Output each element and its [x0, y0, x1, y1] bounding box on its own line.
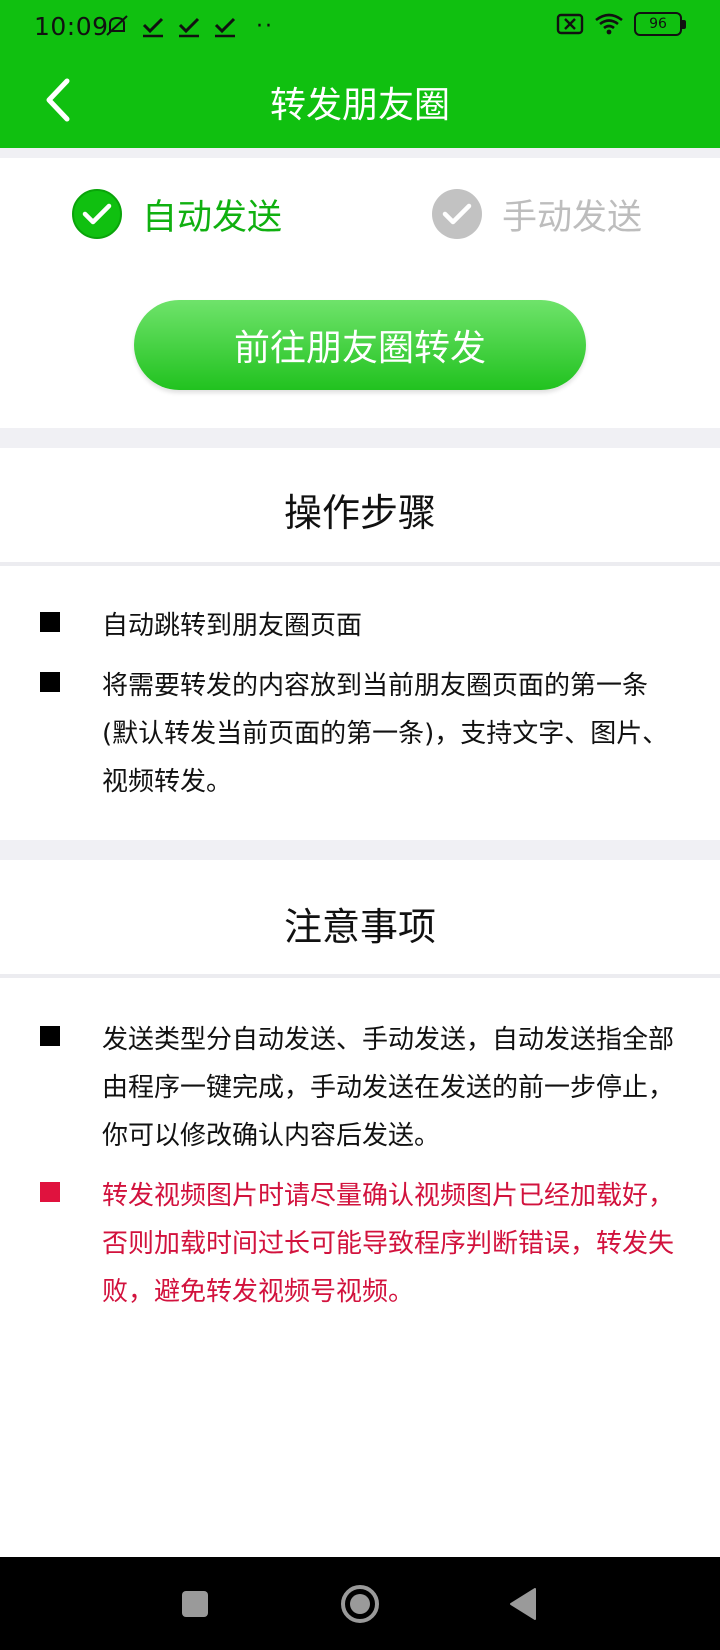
list-item: 自动跳转到朋友圈页面 — [40, 602, 680, 650]
no-sim-icon — [556, 13, 584, 35]
bullet-icon — [40, 612, 60, 632]
mute-icon — [106, 15, 128, 36]
download-done-icon — [178, 17, 200, 38]
divider — [0, 562, 720, 566]
list-item: 将需要转发的内容放到当前朋友圈页面的第一条(默认转发当前页面的第一条)，支持文字… — [40, 662, 680, 806]
divider — [0, 974, 720, 978]
mode-manual-option[interactable]: 手动发送 — [432, 186, 642, 242]
home-button[interactable] — [335, 1579, 385, 1629]
warning-bullet-icon — [40, 1182, 60, 1202]
battery-level: 96 — [649, 16, 667, 32]
wifi-icon — [595, 13, 623, 35]
note-text: 发送类型分自动发送、手动发送，自动发送指全部由程序一键完成，手动发送在发送的前一… — [102, 1025, 675, 1151]
battery-icon: 96 — [634, 12, 686, 36]
go-to-moments-button[interactable]: 前往朋友圈转发 — [134, 300, 586, 390]
status-bar: 10:09 ·· 96 — [0, 0, 720, 52]
check-icon — [442, 203, 472, 225]
notes-title: 注意事项 — [283, 905, 436, 949]
send-mode-selector: 自动发送 手动发送 — [0, 158, 720, 268]
mode-manual-label: 手动发送 — [502, 197, 643, 238]
notification-icons: ·· — [104, 12, 274, 40]
list-item: 发送类型分自动发送、手动发送，自动发送指全部由程序一键完成，手动发送在发送的前一… — [40, 1016, 680, 1160]
bullet-icon — [40, 672, 60, 692]
step-text: 自动跳转到朋友圈页面 — [102, 611, 363, 641]
top-app-bar: 10:09 ·· 96 转发朋友圈 — [0, 0, 720, 148]
more-notifications-dots: ·· — [256, 13, 274, 39]
mode-auto-label: 自动发送 — [142, 197, 283, 238]
nav-recents-icon — [182, 1591, 208, 1617]
separator — [0, 148, 720, 158]
system-navigation-bar — [0, 1557, 720, 1650]
status-time: 10:09 — [34, 12, 109, 41]
recents-button[interactable] — [170, 1579, 220, 1629]
page-title: 转发朋友圈 — [269, 85, 450, 126]
download-done-icon — [214, 17, 236, 38]
warning-text: 转发视频图片时请尽量确认视频图片已经加载好，否则加载时间过长可能导致程序判断错误… — [102, 1181, 675, 1307]
header: 转发朋友圈 — [0, 52, 720, 148]
list-item-warning: 转发视频图片时请尽量确认视频图片已经加载好，否则加载时间过长可能导致程序判断错误… — [40, 1172, 680, 1316]
mode-auto-option[interactable]: 自动发送 — [72, 186, 282, 242]
nav-back-icon — [510, 1588, 536, 1620]
download-done-icon — [142, 17, 164, 38]
separator — [0, 428, 720, 448]
separator — [0, 840, 720, 860]
steps-title: 操作步骤 — [283, 491, 436, 535]
step-text: 将需要转发的内容放到当前朋友圈页面的第一条(默认转发当前页面的第一条)，支持文字… — [102, 671, 669, 797]
nav-home-icon — [341, 1585, 379, 1623]
auto-radio[interactable] — [72, 189, 122, 239]
manual-radio[interactable] — [432, 189, 482, 239]
bullet-icon — [40, 1026, 60, 1046]
check-icon — [82, 203, 112, 225]
system-back-button[interactable] — [498, 1579, 548, 1629]
system-icons: 96 — [556, 12, 686, 36]
